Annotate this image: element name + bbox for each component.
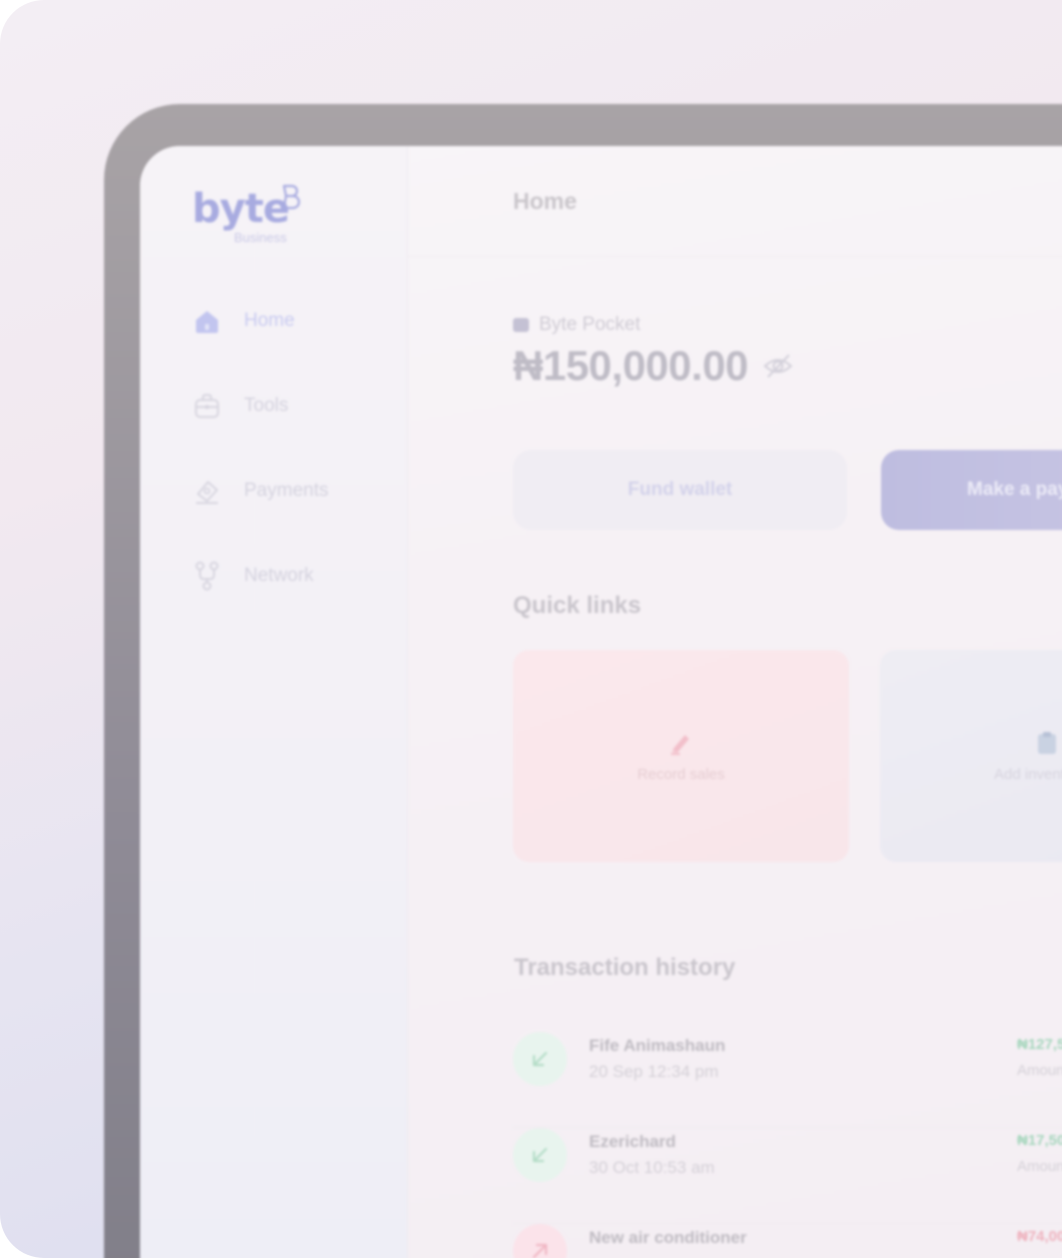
transaction-type: Amount received — [1017, 1062, 1062, 1079]
brand-mark-icon — [282, 184, 300, 210]
transaction-amount: ₦17,500.00 — [1017, 1132, 1062, 1149]
transaction-date: 20 Sep 12:34 pm — [589, 1062, 719, 1081]
brand-name: byte — [192, 186, 290, 232]
payments-icon — [192, 476, 222, 506]
sidebar-item-label: Payments — [244, 480, 329, 501]
transaction-name: New air conditioner — [589, 1228, 747, 1247]
brand-logo[interactable]: byte Business — [192, 184, 300, 245]
wallet-label: Byte Pocket — [539, 314, 641, 335]
transaction-date: 30 Oct 10:53 am — [589, 1158, 715, 1177]
quick-links-title: Quick links — [513, 592, 642, 619]
clipboard-icon — [1034, 730, 1060, 756]
transaction-history-title: Transaction history — [514, 954, 736, 981]
transaction-amount: ₦74,000.00 — [1017, 1228, 1062, 1245]
wallet-balance: ₦150,000.00 — [513, 342, 749, 389]
transaction-name: Fife Animashaun — [589, 1036, 726, 1055]
sidebar-item-label: Home — [244, 310, 295, 331]
sidebar-item-network[interactable]: Network — [192, 559, 314, 593]
transaction-type: Amount received — [1017, 1158, 1062, 1175]
app-screen: byte Business Home Tools Payments Networ… — [140, 146, 1062, 1258]
sidebar-item-tools[interactable]: Tools — [192, 389, 288, 423]
wallet-label-row: Byte Pocket — [513, 314, 640, 336]
transaction-amount: ₦127,500.00 — [1017, 1036, 1062, 1053]
brand-sub: Business — [234, 230, 287, 245]
wallet-icon — [513, 318, 529, 332]
sidebar-item-label: Network — [244, 565, 314, 586]
incoming-arrow-icon — [513, 1128, 567, 1182]
quick-link-add-inventory[interactable]: Add inventory — [880, 650, 1062, 862]
make-payment-button[interactable]: Make a payment — [881, 450, 1062, 530]
page-title: Home — [513, 188, 577, 214]
incoming-arrow-icon — [513, 1032, 567, 1086]
header-divider — [408, 256, 1062, 257]
transaction-row[interactable]: New air conditioner ₦74,000.00 — [513, 1224, 1062, 1258]
transaction-row[interactable]: Fife Animashaun 20 Sep 12:34 pm ₦127,500… — [513, 1032, 1062, 1128]
app-backdrop: byte Business Home Tools Payments Networ… — [0, 0, 1062, 1258]
toolbox-icon — [192, 391, 222, 421]
quick-link-label: Add inventory — [994, 765, 1062, 783]
sidebar-item-label: Tools — [244, 395, 289, 416]
sidebar-item-home[interactable]: Home — [192, 304, 295, 338]
sidebar: byte Business Home Tools Payments Networ… — [140, 146, 408, 1258]
transaction-name: Ezerichard — [589, 1132, 676, 1151]
quick-link-label: Record sales — [637, 765, 725, 783]
quick-link-record-sales[interactable]: Record sales — [513, 650, 849, 862]
home-icon — [192, 306, 222, 336]
wallet-balance-row: ₦150,000.00 — [513, 342, 794, 390]
transaction-row[interactable]: Ezerichard 30 Oct 10:53 am ₦17,500.00 Am… — [513, 1128, 1062, 1224]
sidebar-item-payments[interactable]: Payments — [192, 474, 328, 508]
pencil-icon — [668, 730, 694, 756]
network-icon — [192, 561, 222, 591]
eye-off-icon[interactable] — [762, 350, 794, 382]
fund-wallet-button[interactable]: Fund wallet — [513, 450, 847, 530]
outgoing-arrow-icon — [513, 1224, 567, 1258]
